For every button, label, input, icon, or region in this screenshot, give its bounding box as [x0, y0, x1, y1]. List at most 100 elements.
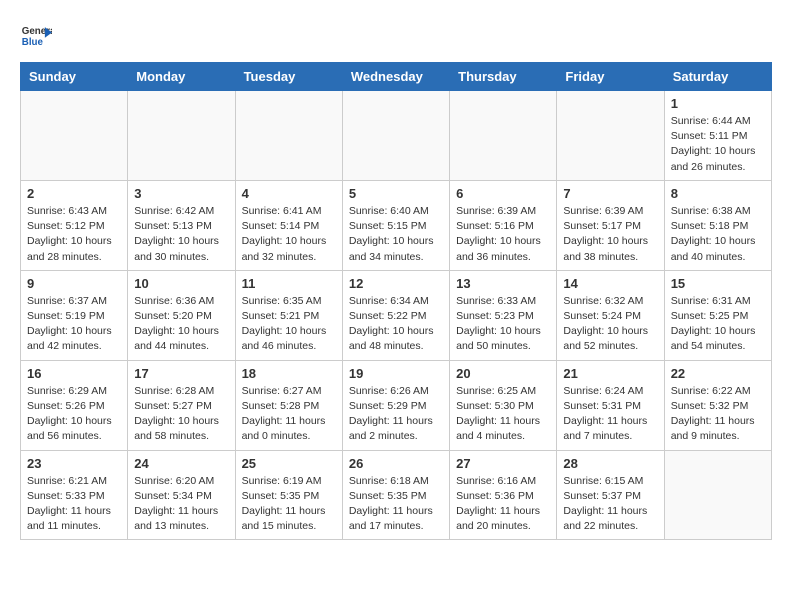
calendar-cell: 27 Sunrise: 6:16 AM Sunset: 5:36 PM Dayli… [450, 450, 557, 540]
day-number: 12 [349, 276, 443, 291]
calendar-cell: 8 Sunrise: 6:38 AM Sunset: 5:18 PM Daylig… [664, 180, 771, 270]
calendar-cell: 12 Sunrise: 6:34 AM Sunset: 5:22 PM Dayli… [342, 270, 449, 360]
day-info: Sunrise: 6:28 AM Sunset: 5:27 PM Dayligh… [134, 384, 228, 445]
day-number: 20 [456, 366, 550, 381]
day-number: 28 [563, 456, 657, 471]
day-info: Sunrise: 6:22 AM Sunset: 5:32 PM Dayligh… [671, 384, 765, 445]
day-number: 4 [242, 186, 336, 201]
day-info: Sunrise: 6:29 AM Sunset: 5:26 PM Dayligh… [27, 384, 121, 445]
day-number: 10 [134, 276, 228, 291]
day-number: 3 [134, 186, 228, 201]
calendar-cell: 24 Sunrise: 6:20 AM Sunset: 5:34 PM Dayli… [128, 450, 235, 540]
day-info: Sunrise: 6:16 AM Sunset: 5:36 PM Dayligh… [456, 474, 550, 535]
day-info: Sunrise: 6:27 AM Sunset: 5:28 PM Dayligh… [242, 384, 336, 445]
calendar-cell: 21 Sunrise: 6:24 AM Sunset: 5:31 PM Dayli… [557, 360, 664, 450]
day-info: Sunrise: 6:33 AM Sunset: 5:23 PM Dayligh… [456, 294, 550, 355]
day-number: 1 [671, 96, 765, 111]
weekday-header-thursday: Thursday [450, 63, 557, 91]
calendar-cell: 28Sunrise: 6:15 AM Sunset: 5:37 PM Dayli… [557, 450, 664, 540]
day-number: 9 [27, 276, 121, 291]
calendar-cell: 11Sunrise: 6:35 AM Sunset: 5:21 PM Dayli… [235, 270, 342, 360]
calendar-cell: 19Sunrise: 6:26 AM Sunset: 5:29 PM Dayli… [342, 360, 449, 450]
day-info: Sunrise: 6:34 AM Sunset: 5:22 PM Dayligh… [349, 294, 443, 355]
weekday-header-sunday: Sunday [21, 63, 128, 91]
calendar-cell: 6 Sunrise: 6:39 AM Sunset: 5:16 PM Daylig… [450, 180, 557, 270]
day-info: Sunrise: 6:32 AM Sunset: 5:24 PM Dayligh… [563, 294, 657, 355]
day-info: Sunrise: 6:42 AM Sunset: 5:13 PM Dayligh… [134, 204, 228, 265]
calendar-cell: 14 Sunrise: 6:32 AM Sunset: 5:24 PM Dayli… [557, 270, 664, 360]
week-row-4: 16 Sunrise: 6:29 AM Sunset: 5:26 PM Dayli… [21, 360, 772, 450]
calendar-cell [664, 450, 771, 540]
svg-text:Blue: Blue [22, 37, 44, 48]
day-info: Sunrise: 6:44 AM Sunset: 5:11 PM Dayligh… [671, 114, 765, 175]
day-info: Sunrise: 6:26 AM Sunset: 5:29 PM Dayligh… [349, 384, 443, 445]
day-info: Sunrise: 6:40 AM Sunset: 5:15 PM Dayligh… [349, 204, 443, 265]
calendar-cell: 18 Sunrise: 6:27 AM Sunset: 5:28 PM Dayli… [235, 360, 342, 450]
day-info: Sunrise: 6:19 AM Sunset: 5:35 PM Dayligh… [242, 474, 336, 535]
day-number: 18 [242, 366, 336, 381]
day-number: 17 [134, 366, 228, 381]
calendar-cell: 16 Sunrise: 6:29 AM Sunset: 5:26 PM Dayli… [21, 360, 128, 450]
calendar-cell: 20 Sunrise: 6:25 AM Sunset: 5:30 PM Dayli… [450, 360, 557, 450]
day-number: 27 [456, 456, 550, 471]
calendar-cell [557, 91, 664, 181]
day-number: 16 [27, 366, 121, 381]
weekday-header-row: SundayMondayTuesdayWednesdayThursdayFrid… [21, 63, 772, 91]
calendar-table: SundayMondayTuesdayWednesdayThursdayFrid… [20, 62, 772, 540]
day-info: Sunrise: 6:41 AM Sunset: 5:14 PM Dayligh… [242, 204, 336, 265]
day-number: 6 [456, 186, 550, 201]
calendar-cell [450, 91, 557, 181]
week-row-5: 23 Sunrise: 6:21 AM Sunset: 5:33 PM Dayli… [21, 450, 772, 540]
weekday-header-saturday: Saturday [664, 63, 771, 91]
calendar-cell: 10Sunrise: 6:36 AM Sunset: 5:20 PM Dayli… [128, 270, 235, 360]
day-info: Sunrise: 6:38 AM Sunset: 5:18 PM Dayligh… [671, 204, 765, 265]
calendar-cell: 2 Sunrise: 6:43 AM Sunset: 5:12 PM Daylig… [21, 180, 128, 270]
calendar-cell: 25 Sunrise: 6:19 AM Sunset: 5:35 PM Dayli… [235, 450, 342, 540]
calendar-cell [342, 91, 449, 181]
calendar-cell: 3 Sunrise: 6:42 AM Sunset: 5:13 PM Daylig… [128, 180, 235, 270]
calendar-cell [235, 91, 342, 181]
day-info: Sunrise: 6:39 AM Sunset: 5:16 PM Dayligh… [456, 204, 550, 265]
weekday-header-tuesday: Tuesday [235, 63, 342, 91]
day-number: 23 [27, 456, 121, 471]
day-number: 5 [349, 186, 443, 201]
calendar-cell: 15Sunrise: 6:31 AM Sunset: 5:25 PM Dayli… [664, 270, 771, 360]
day-info: Sunrise: 6:18 AM Sunset: 5:35 PM Dayligh… [349, 474, 443, 535]
week-row-2: 2 Sunrise: 6:43 AM Sunset: 5:12 PM Daylig… [21, 180, 772, 270]
weekday-header-friday: Friday [557, 63, 664, 91]
week-row-1: 1 Sunrise: 6:44 AM Sunset: 5:11 PM Daylig… [21, 91, 772, 181]
calendar-cell: 4 Sunrise: 6:41 AM Sunset: 5:14 PM Daylig… [235, 180, 342, 270]
weekday-header-wednesday: Wednesday [342, 63, 449, 91]
day-info: Sunrise: 6:43 AM Sunset: 5:12 PM Dayligh… [27, 204, 121, 265]
logo-icon: General Blue [20, 20, 52, 52]
day-number: 15 [671, 276, 765, 291]
page-header: General Blue [20, 20, 772, 52]
logo: General Blue [20, 20, 52, 52]
day-number: 2 [27, 186, 121, 201]
day-info: Sunrise: 6:24 AM Sunset: 5:31 PM Dayligh… [563, 384, 657, 445]
day-number: 13 [456, 276, 550, 291]
day-number: 11 [242, 276, 336, 291]
calendar-cell: 13 Sunrise: 6:33 AM Sunset: 5:23 PM Dayli… [450, 270, 557, 360]
calendar-cell: 5 Sunrise: 6:40 AM Sunset: 5:15 PM Daylig… [342, 180, 449, 270]
calendar-cell: 9 Sunrise: 6:37 AM Sunset: 5:19 PM Daylig… [21, 270, 128, 360]
calendar-cell [21, 91, 128, 181]
day-info: Sunrise: 6:20 AM Sunset: 5:34 PM Dayligh… [134, 474, 228, 535]
calendar-cell: 26 Sunrise: 6:18 AM Sunset: 5:35 PM Dayli… [342, 450, 449, 540]
day-number: 14 [563, 276, 657, 291]
day-number: 21 [563, 366, 657, 381]
calendar-cell: 23 Sunrise: 6:21 AM Sunset: 5:33 PM Dayli… [21, 450, 128, 540]
weekday-header-monday: Monday [128, 63, 235, 91]
day-number: 8 [671, 186, 765, 201]
calendar-cell: 22Sunrise: 6:22 AM Sunset: 5:32 PM Dayli… [664, 360, 771, 450]
day-number: 26 [349, 456, 443, 471]
day-info: Sunrise: 6:21 AM Sunset: 5:33 PM Dayligh… [27, 474, 121, 535]
day-info: Sunrise: 6:25 AM Sunset: 5:30 PM Dayligh… [456, 384, 550, 445]
week-row-3: 9 Sunrise: 6:37 AM Sunset: 5:19 PM Daylig… [21, 270, 772, 360]
calendar-cell: 7Sunrise: 6:39 AM Sunset: 5:17 PM Daylig… [557, 180, 664, 270]
day-number: 25 [242, 456, 336, 471]
day-info: Sunrise: 6:39 AM Sunset: 5:17 PM Dayligh… [563, 204, 657, 265]
day-info: Sunrise: 6:37 AM Sunset: 5:19 PM Dayligh… [27, 294, 121, 355]
calendar-cell: 1 Sunrise: 6:44 AM Sunset: 5:11 PM Daylig… [664, 91, 771, 181]
day-number: 24 [134, 456, 228, 471]
